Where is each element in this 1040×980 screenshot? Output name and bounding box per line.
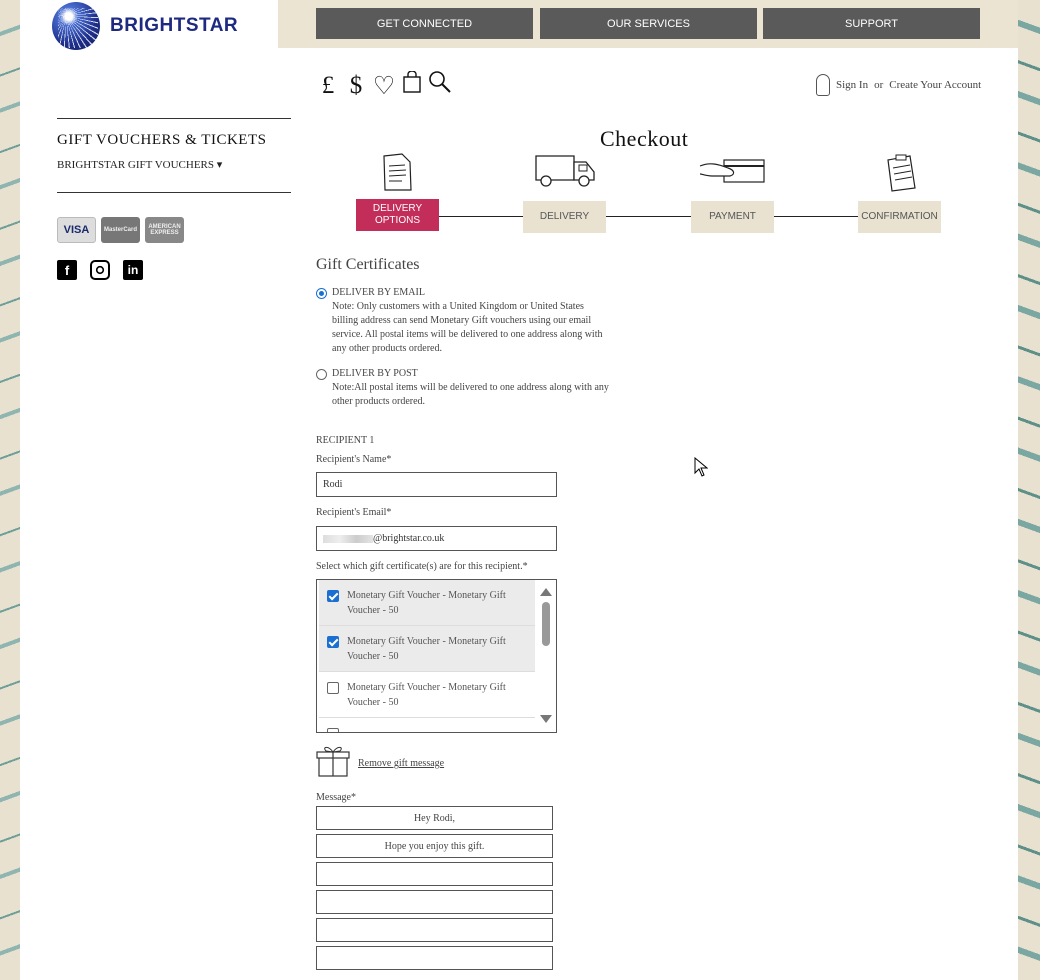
recipient-name-input[interactable]: Rodi [316,472,557,497]
document-icon [375,152,419,192]
account-links: Sign In or Create Your Account [816,74,981,96]
message-line-input[interactable] [316,862,553,886]
remove-gift-message-link[interactable]: Remove gift message [358,758,444,769]
instagram-icon[interactable] [90,260,110,280]
van-icon [534,152,598,192]
sign-in-link[interactable]: Sign In [836,79,868,91]
deliver-by-email-label[interactable]: DELIVER BY EMAIL [332,286,607,300]
voucher-listbox[interactable]: Monetary Gift Voucher - Monetary Gift Vo… [316,579,557,733]
voucher-option[interactable]: Monetary Gift Voucher - Monetary Gift Vo… [319,580,535,626]
voucher-option[interactable]: Monetary Gift Voucher - Monetary Gift Vo… [319,672,535,718]
brand-logo[interactable]: BRIGHTSTAR [52,2,238,50]
scroll-down-arrow-icon[interactable] [540,715,552,723]
amex-icon: AMERICAN EXPRESS [145,217,184,243]
mastercard-icon: MasterCard [101,217,140,243]
or-text: or [874,79,884,91]
deliver-by-email-option[interactable]: DELIVER BY EMAIL Note: Only customers wi… [316,286,607,356]
brand-name: BRIGHTSTAR [110,15,239,36]
recipient-heading: RECIPIENT 1 [316,435,375,446]
redacted-email-prefix [323,534,373,543]
shop-tools: £ $ ♡ [316,70,452,101]
sidebar-divider-bottom [57,192,291,193]
section-title: Gift Certificates [316,256,420,273]
voucher-option-label: Monetary Gift Voucher - Monetary Gift Vo… [347,636,506,662]
currency-dollar-icon[interactable]: $ [344,72,368,100]
page-background-left [0,0,20,980]
voucher-checkbox[interactable] [327,590,339,602]
step-delivery[interactable]: DELIVERY [523,201,606,233]
payment-cards: VISA MasterCard AMERICAN EXPRESS [57,217,184,243]
card-hand-icon [698,152,768,192]
nav-get-connected[interactable]: GET CONNECTED [316,8,533,39]
sidebar-divider-top [57,118,291,119]
currency-pound-icon[interactable]: £ [316,72,340,100]
deliver-by-email-note: Note: Only customers with a United Kingd… [332,301,603,354]
recipient-email-value: @brightstar.co.uk [373,533,445,544]
message-line-input[interactable] [316,946,553,970]
voucher-checkbox[interactable] [327,682,339,694]
visa-icon: VISA [57,217,96,243]
message-label: Message* [316,792,356,803]
logo-star-icon [52,2,100,50]
scroll-up-arrow-icon[interactable] [540,588,552,596]
deliver-by-email-radio[interactable] [316,288,327,299]
sidebar-title[interactable]: GIFT VOUCHERS & TICKETS [57,132,266,149]
step-delivery-options[interactable]: DELIVERY OPTIONS [356,199,439,231]
person-icon [816,74,830,96]
recipient-name-label: Recipient's Name* [316,454,392,465]
voucher-checkbox[interactable] [327,636,339,648]
recipient-email-input[interactable]: @brightstar.co.uk [316,526,557,551]
message-line-input[interactable] [316,890,553,914]
nav-our-services[interactable]: OUR SERVICES [540,8,757,39]
step-confirmation[interactable]: CONFIRMATION [858,201,941,233]
voucher-checkbox[interactable] [327,728,339,732]
message-line-input[interactable]: Hey Rodi, [316,806,553,830]
deliver-by-post-note: Note:All postal items will be delivered … [332,382,609,407]
sidebar-subcategory[interactable]: BRIGHTSTAR GIFT VOUCHERS ▾ [57,158,222,171]
facebook-icon[interactable]: f [57,260,77,280]
wishlist-heart-icon[interactable]: ♡ [372,71,396,101]
deliver-by-post-radio[interactable] [316,369,327,380]
recipient-email-label: Recipient's Email* [316,507,392,518]
deliver-by-post-option[interactable]: DELIVER BY POST Note:All postal items wi… [316,367,627,409]
linkedin-icon[interactable]: in [123,260,143,280]
shopping-bag-icon[interactable] [400,70,424,100]
search-icon[interactable] [428,70,452,101]
voucher-option-label: Monetary Gift Voucher - Monetary Gift Vo… [347,682,506,708]
voucher-option[interactable]: Monetary Gift Voucher - Monetary Gift Vo… [319,626,535,672]
gift-box-icon [316,744,350,778]
create-account-link[interactable]: Create Your Account [889,79,981,91]
deliver-by-post-label[interactable]: DELIVER BY POST [332,367,627,381]
clipboard-icon [878,152,922,192]
voucher-option-partial[interactable] [319,718,535,732]
message-line-input[interactable] [316,918,553,942]
message-line-input[interactable]: Hope you enjoy this gift. [316,834,553,858]
nav-support[interactable]: SUPPORT [763,8,980,39]
page-title: Checkout [600,126,689,151]
page-container: BRIGHTSTAR GET CONNECTED OUR SERVICES SU… [20,0,1018,980]
social-links: f in [57,260,143,280]
progress-line [438,216,858,217]
voucher-select-label: Select which gift certificate(s) are for… [316,561,528,572]
voucher-option-label: Monetary Gift Voucher - Monetary Gift Vo… [347,590,506,616]
step-payment[interactable]: PAYMENT [691,201,774,233]
scrollbar-thumb[interactable] [542,602,550,646]
page-background-right [1018,0,1040,980]
